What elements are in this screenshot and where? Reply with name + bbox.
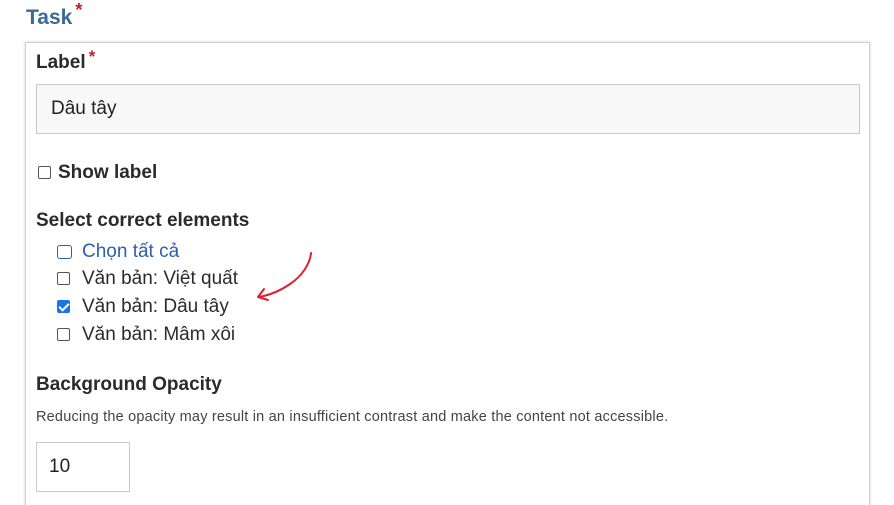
show-label-text[interactable]: Show label	[58, 162, 157, 184]
option-checkbox-1[interactable]	[57, 272, 70, 285]
option-label-1[interactable]: Văn bản: Việt quất	[82, 268, 238, 290]
label-field-label-text: Label	[36, 52, 86, 73]
option-label-2[interactable]: Văn bản: Dâu tây	[82, 296, 229, 318]
show-label-checkbox[interactable]	[38, 166, 51, 179]
background-opacity-description: Reducing the opacity may result in an in…	[36, 409, 669, 425]
background-opacity-input[interactable]	[36, 442, 130, 492]
task-title: Task *	[26, 0, 82, 30]
option-label-3[interactable]: Văn bản: Mâm xôi	[82, 324, 235, 346]
select-all-checkbox[interactable]	[57, 245, 72, 259]
label-input[interactable]	[36, 84, 860, 134]
annotation-arrow-icon	[257, 252, 312, 301]
required-marker: *	[88, 47, 96, 66]
background-opacity-label: Background Opacity	[36, 374, 222, 395]
required-marker: *	[75, 0, 83, 20]
select-all-label[interactable]: Chọn tất cả	[82, 241, 179, 263]
select-correct-heading: Select correct elements	[36, 210, 250, 231]
option-checkbox-3[interactable]	[57, 328, 70, 341]
label-field-label: Label *	[36, 47, 95, 74]
option-checkbox-2[interactable]	[57, 300, 70, 313]
task-editor: Task* Label* Show label Select correct e…	[0, 0, 894, 505]
task-panel: Label* Show label Select correct element…	[25, 42, 870, 505]
task-title-text: Task	[26, 6, 73, 29]
